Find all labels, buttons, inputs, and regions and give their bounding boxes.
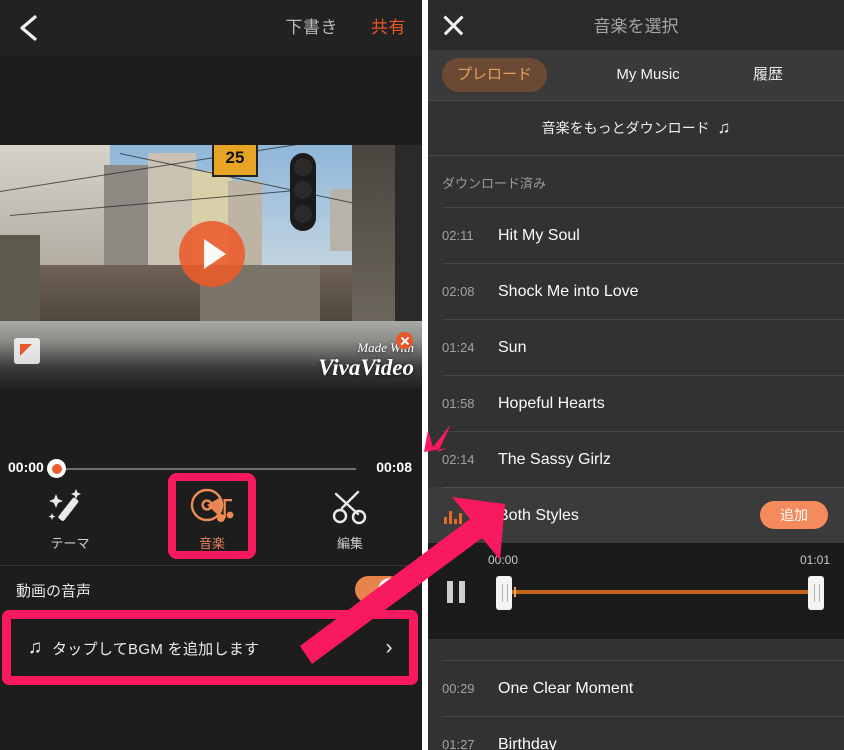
music-tabs: プレロード My Music 履歴 bbox=[428, 50, 844, 101]
music-picker-header: 音楽を選択 bbox=[428, 0, 844, 50]
music-disc-icon bbox=[157, 482, 267, 532]
track-duration: 00:29 bbox=[442, 681, 475, 696]
draft-button[interactable]: 下書き bbox=[286, 13, 339, 38]
back-chevron-icon[interactable] bbox=[14, 12, 44, 44]
track-row[interactable]: 01:58 Hopeful Hearts bbox=[428, 375, 844, 431]
track-row[interactable]: 02:14 The Sassy Girlz bbox=[428, 431, 844, 487]
scissors-icon bbox=[295, 482, 405, 532]
track-title: Hit My Soul bbox=[498, 226, 580, 244]
download-more-music-label: 音楽をもっとダウンロード bbox=[541, 120, 710, 136]
track-title: One Clear Moment bbox=[498, 679, 634, 697]
share-button[interactable]: 共有 bbox=[371, 13, 406, 38]
add-track-button[interactable]: 追加 bbox=[760, 501, 828, 529]
traffic-signal-icon bbox=[290, 153, 316, 231]
trim-controls: 00:00 01:01 bbox=[428, 543, 844, 639]
track-duration: 01:24 bbox=[442, 340, 475, 355]
trim-track[interactable] bbox=[506, 590, 816, 594]
tool-theme-button[interactable]: テーマ bbox=[15, 482, 125, 552]
close-icon[interactable] bbox=[396, 332, 413, 349]
play-icon[interactable] bbox=[179, 221, 245, 287]
track-duration: 01:27 bbox=[442, 737, 475, 750]
video-audio-toggle[interactable] bbox=[355, 576, 403, 603]
trim-handle-right[interactable] bbox=[808, 576, 824, 610]
tab-preload[interactable]: プレロード bbox=[442, 58, 547, 92]
track-row[interactable]: 01:24 Sun bbox=[428, 319, 844, 375]
track-row[interactable]: 01:27 Birthday bbox=[428, 716, 844, 750]
track-title: Birthday bbox=[498, 735, 557, 750]
pause-icon[interactable] bbox=[445, 581, 469, 603]
editor-header: 下書き 共有 bbox=[0, 0, 422, 56]
track-duration: 02:08 bbox=[442, 284, 475, 299]
video-audio-row: 動画の音声 bbox=[0, 566, 422, 614]
track-duration: 01:58 bbox=[442, 396, 475, 411]
music-note-icon: ♫ bbox=[717, 118, 731, 137]
track-row-selected[interactable]: Both Styles 追加 bbox=[428, 487, 844, 543]
watermark-line2: VivaVideo bbox=[318, 355, 414, 380]
tab-my-music[interactable]: My Music bbox=[588, 58, 708, 92]
download-more-music-row[interactable]: 音楽をもっとダウンロード ♫ bbox=[428, 101, 844, 156]
speed-sign-text: 25 bbox=[225, 148, 245, 167]
watermark-badge-icon[interactable] bbox=[14, 338, 40, 364]
screenshot-root: 下書き 共有 25 Made With VivaVideo 00:00 00:0… bbox=[0, 0, 844, 750]
seek-handle[interactable] bbox=[47, 459, 66, 478]
seek-total-time: 00:08 bbox=[376, 459, 412, 475]
track-duration: 02:14 bbox=[442, 452, 475, 467]
track-title: Hopeful Hearts bbox=[498, 394, 605, 412]
panel-divider bbox=[422, 0, 428, 750]
track-row[interactable]: 02:08 Shock Me into Love bbox=[428, 263, 844, 319]
toggle-knob bbox=[377, 577, 402, 602]
trim-end-time: 01:01 bbox=[799, 553, 830, 567]
seek-current-time: 00:00 bbox=[8, 459, 44, 475]
track-duration: 02:11 bbox=[442, 228, 474, 243]
trim-handle-left[interactable] bbox=[496, 576, 512, 610]
section-header-label: ダウンロード済み bbox=[442, 176, 547, 191]
video-editor-panel: 下書き 共有 25 Made With VivaVideo 00:00 00:0… bbox=[0, 0, 422, 750]
tool-theme-label: テーマ bbox=[50, 536, 90, 551]
tool-edit-label: 編集 bbox=[336, 536, 363, 551]
track-title: The Sassy Girlz bbox=[498, 450, 611, 468]
video-preview[interactable]: 25 Made With VivaVideo bbox=[0, 145, 422, 388]
trim-playhead bbox=[514, 587, 516, 597]
music-note-icon: ♫ bbox=[27, 637, 43, 658]
cab-frame-left bbox=[0, 235, 40, 335]
trim-start-time: 00:00 bbox=[488, 553, 519, 567]
chevron-right-icon: › bbox=[385, 636, 393, 659]
equalizer-icon bbox=[444, 508, 470, 524]
track-title: Shock Me into Love bbox=[498, 282, 639, 300]
track-title: Sun bbox=[498, 338, 527, 356]
tool-edit-button[interactable]: 編集 bbox=[295, 482, 405, 552]
add-bgm-label: タップしてBGM を追加します bbox=[52, 640, 260, 658]
video-audio-label: 動画の音声 bbox=[16, 583, 92, 600]
seek-bar[interactable]: 00:00 00:08 bbox=[0, 456, 422, 482]
editor-toolbar: テーマ 音楽 編集 bbox=[0, 482, 422, 564]
seek-track[interactable] bbox=[66, 468, 356, 470]
track-row[interactable]: 00:29 One Clear Moment bbox=[428, 660, 844, 716]
tab-history[interactable]: 履歴 bbox=[728, 58, 808, 92]
tool-music-label: 音楽 bbox=[198, 536, 225, 551]
speed-sign: 25 bbox=[212, 145, 258, 177]
music-picker-panel: 音楽を選択 プレロード My Music 履歴 音楽をもっとダウンロード ♫ ダ… bbox=[428, 0, 844, 750]
page-title: 音楽を選択 bbox=[593, 17, 679, 36]
magic-wand-icon bbox=[15, 482, 125, 532]
tool-music-button[interactable]: 音楽 bbox=[157, 482, 267, 552]
track-row[interactable]: 02:11 Hit My Soul bbox=[428, 207, 844, 263]
add-bgm-row[interactable]: ♫ タップしてBGM を追加します › bbox=[18, 624, 403, 672]
section-header: ダウンロード済み bbox=[428, 155, 844, 207]
